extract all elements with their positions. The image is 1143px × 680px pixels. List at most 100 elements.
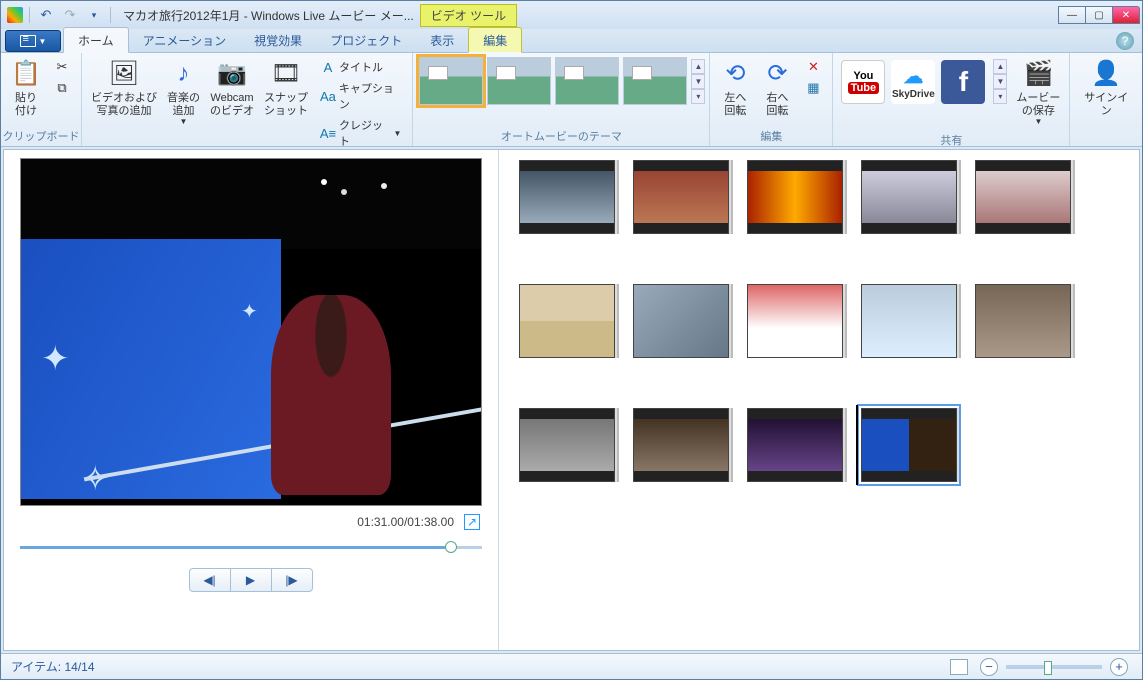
help-button[interactable]: ? (1116, 32, 1134, 50)
rotate-right-icon: ⟳ (761, 58, 793, 90)
tab-view[interactable]: 表示 (416, 28, 468, 52)
zoom-out-button[interactable]: − (980, 658, 998, 676)
redo-button[interactable]: ↷ (60, 5, 80, 25)
scissors-icon: ✂ (54, 59, 70, 75)
add-caption-button[interactable]: Aaキャプション (315, 78, 406, 114)
label: 音楽の 追加 (167, 92, 200, 117)
zoom-slider[interactable] (1006, 665, 1102, 669)
share-skydrive-button[interactable]: ☁SkyDrive (891, 60, 935, 104)
clip-item[interactable] (747, 284, 843, 358)
theme-option[interactable] (487, 57, 551, 105)
snapshot-button[interactable]: 🎞 スナップ ショット (259, 55, 313, 120)
clip-item[interactable] (861, 160, 957, 234)
next-frame-button[interactable]: |▶ (271, 568, 313, 592)
theme-option[interactable] (555, 57, 619, 105)
tab-edit[interactable]: 編集 (468, 27, 522, 53)
theme-gallery: ▲ ▼ ▾ (417, 55, 705, 107)
menu-icon (20, 35, 36, 47)
gallery-up-button[interactable]: ▲ (691, 59, 705, 74)
dropdown-icon: ▼ (1034, 117, 1042, 126)
clip-item-selected[interactable] (861, 408, 957, 482)
seek-thumb[interactable] (445, 541, 457, 553)
tab-animation[interactable]: アニメーション (129, 28, 241, 52)
seek-bar[interactable] (20, 538, 482, 558)
clip-item[interactable] (633, 160, 729, 234)
share-down-button[interactable]: ▼ (993, 74, 1007, 89)
group-add: 🖼 ビデオおよび 写真の追加 ♪ 音楽の 追加 ▼ 📷 Webcam のビデオ … (82, 53, 413, 146)
play-button[interactable]: ▶ (230, 568, 272, 592)
label: ムービー の保存 (1016, 92, 1060, 117)
select-all-button[interactable]: ▦ (800, 78, 826, 98)
copy-button[interactable]: ⧉ (49, 78, 75, 98)
add-music-button[interactable]: ♪ 音楽の 追加 ▼ (162, 55, 205, 129)
cut-button[interactable]: ✂ (49, 57, 75, 77)
theme-option[interactable] (623, 57, 687, 105)
add-title-button[interactable]: Aタイトル (315, 57, 406, 77)
minimize-button[interactable]: — (1058, 6, 1086, 24)
clipboard-icon: 📋 (10, 58, 42, 90)
gallery-more-button[interactable]: ▾ (691, 89, 705, 104)
clip-item[interactable] (519, 408, 615, 482)
add-video-photo-button[interactable]: 🖼 ビデオおよび 写真の追加 (86, 55, 162, 120)
share-youtube-button[interactable]: YouTube (841, 60, 885, 104)
close-button[interactable]: ✕ (1112, 6, 1140, 24)
delete-icon: ✕ (805, 59, 821, 75)
rotate-right-button[interactable]: ⟳ 右へ 回転 (756, 55, 798, 120)
label: Webcam のビデオ (210, 92, 254, 117)
copy-icon: ⧉ (54, 80, 70, 96)
group-share: YouTube ☁SkyDrive f ▲ ▼ ▾ 🎬 ムービー の保存 ▼ 共… (833, 53, 1070, 146)
app-icon (7, 7, 23, 23)
clip-item[interactable] (633, 408, 729, 482)
photo-icon: 🖼 (108, 58, 140, 90)
label: SkyDrive (892, 89, 935, 100)
maximize-button[interactable]: ▢ (1085, 6, 1113, 24)
group-edit: ⟲ 左へ 回転 ⟳ 右へ 回転 ✕ ▦ 編集 (710, 53, 833, 146)
preview-pane: ✦ ✧ ✦ 01:31.00/01:38.00 ↗ ◀| ▶ |▶ (4, 150, 499, 650)
credits-icon: A≡ (320, 125, 336, 141)
cloud-icon: ☁ (903, 64, 923, 89)
clip-item[interactable] (519, 284, 615, 358)
clip-item[interactable] (633, 284, 729, 358)
rotate-left-button[interactable]: ⟲ 左へ 回転 (714, 55, 756, 120)
webcam-button[interactable]: 📷 Webcam のビデオ (205, 55, 259, 120)
zoom-in-button[interactable]: + (1110, 658, 1128, 676)
label: ビデオおよび 写真の追加 (91, 92, 157, 117)
add-credits-button[interactable]: A≡クレジット▼ (315, 115, 406, 151)
video-preview[interactable]: ✦ ✧ ✦ (20, 158, 482, 506)
save-movie-button[interactable]: 🎬 ムービー の保存 ▼ (1011, 55, 1065, 129)
view-mode-button[interactable] (950, 659, 968, 675)
fullscreen-button[interactable]: ↗ (464, 514, 480, 530)
delete-button[interactable]: ✕ (800, 57, 826, 77)
tab-visual-effects[interactable]: 視覚効果 (240, 28, 316, 52)
separator (110, 7, 111, 23)
clip-item[interactable] (861, 284, 957, 358)
quick-access-toolbar: ↶ ↷ ▾ (1, 5, 119, 25)
clip-item[interactable] (519, 160, 615, 234)
clip-item[interactable] (747, 160, 843, 234)
gallery-down-button[interactable]: ▼ (691, 74, 705, 89)
paste-button[interactable]: 📋 貼り 付け (5, 55, 47, 120)
signin-button[interactable]: 👤 サインイン (1074, 55, 1138, 120)
label: サインイン (1079, 92, 1133, 117)
tab-project[interactable]: プロジェクト (316, 28, 416, 52)
file-menu-button[interactable]: ▼ (5, 30, 61, 52)
title-icon: A (320, 59, 336, 75)
share-more-button[interactable]: ▾ (993, 89, 1007, 104)
select-icon: ▦ (805, 80, 821, 96)
qat-more-button[interactable]: ▾ (84, 5, 104, 25)
clip-item[interactable] (975, 284, 1071, 358)
clip-item[interactable] (747, 408, 843, 482)
dropdown-icon: ▼ (180, 117, 188, 126)
label: キャプション (339, 80, 402, 112)
theme-option[interactable] (419, 57, 483, 105)
tab-home[interactable]: ホーム (63, 27, 129, 53)
workspace: ✦ ✧ ✦ 01:31.00/01:38.00 ↗ ◀| ▶ |▶ (3, 149, 1140, 651)
share-facebook-button[interactable]: f (941, 60, 985, 104)
undo-button[interactable]: ↶ (36, 5, 56, 25)
group-label: 編集 (710, 127, 832, 146)
share-up-button[interactable]: ▲ (993, 59, 1007, 74)
prev-frame-button[interactable]: ◀| (189, 568, 231, 592)
window-controls: — ▢ ✕ (1059, 6, 1142, 24)
clip-item[interactable] (975, 160, 1071, 234)
storyboard (499, 150, 1139, 650)
